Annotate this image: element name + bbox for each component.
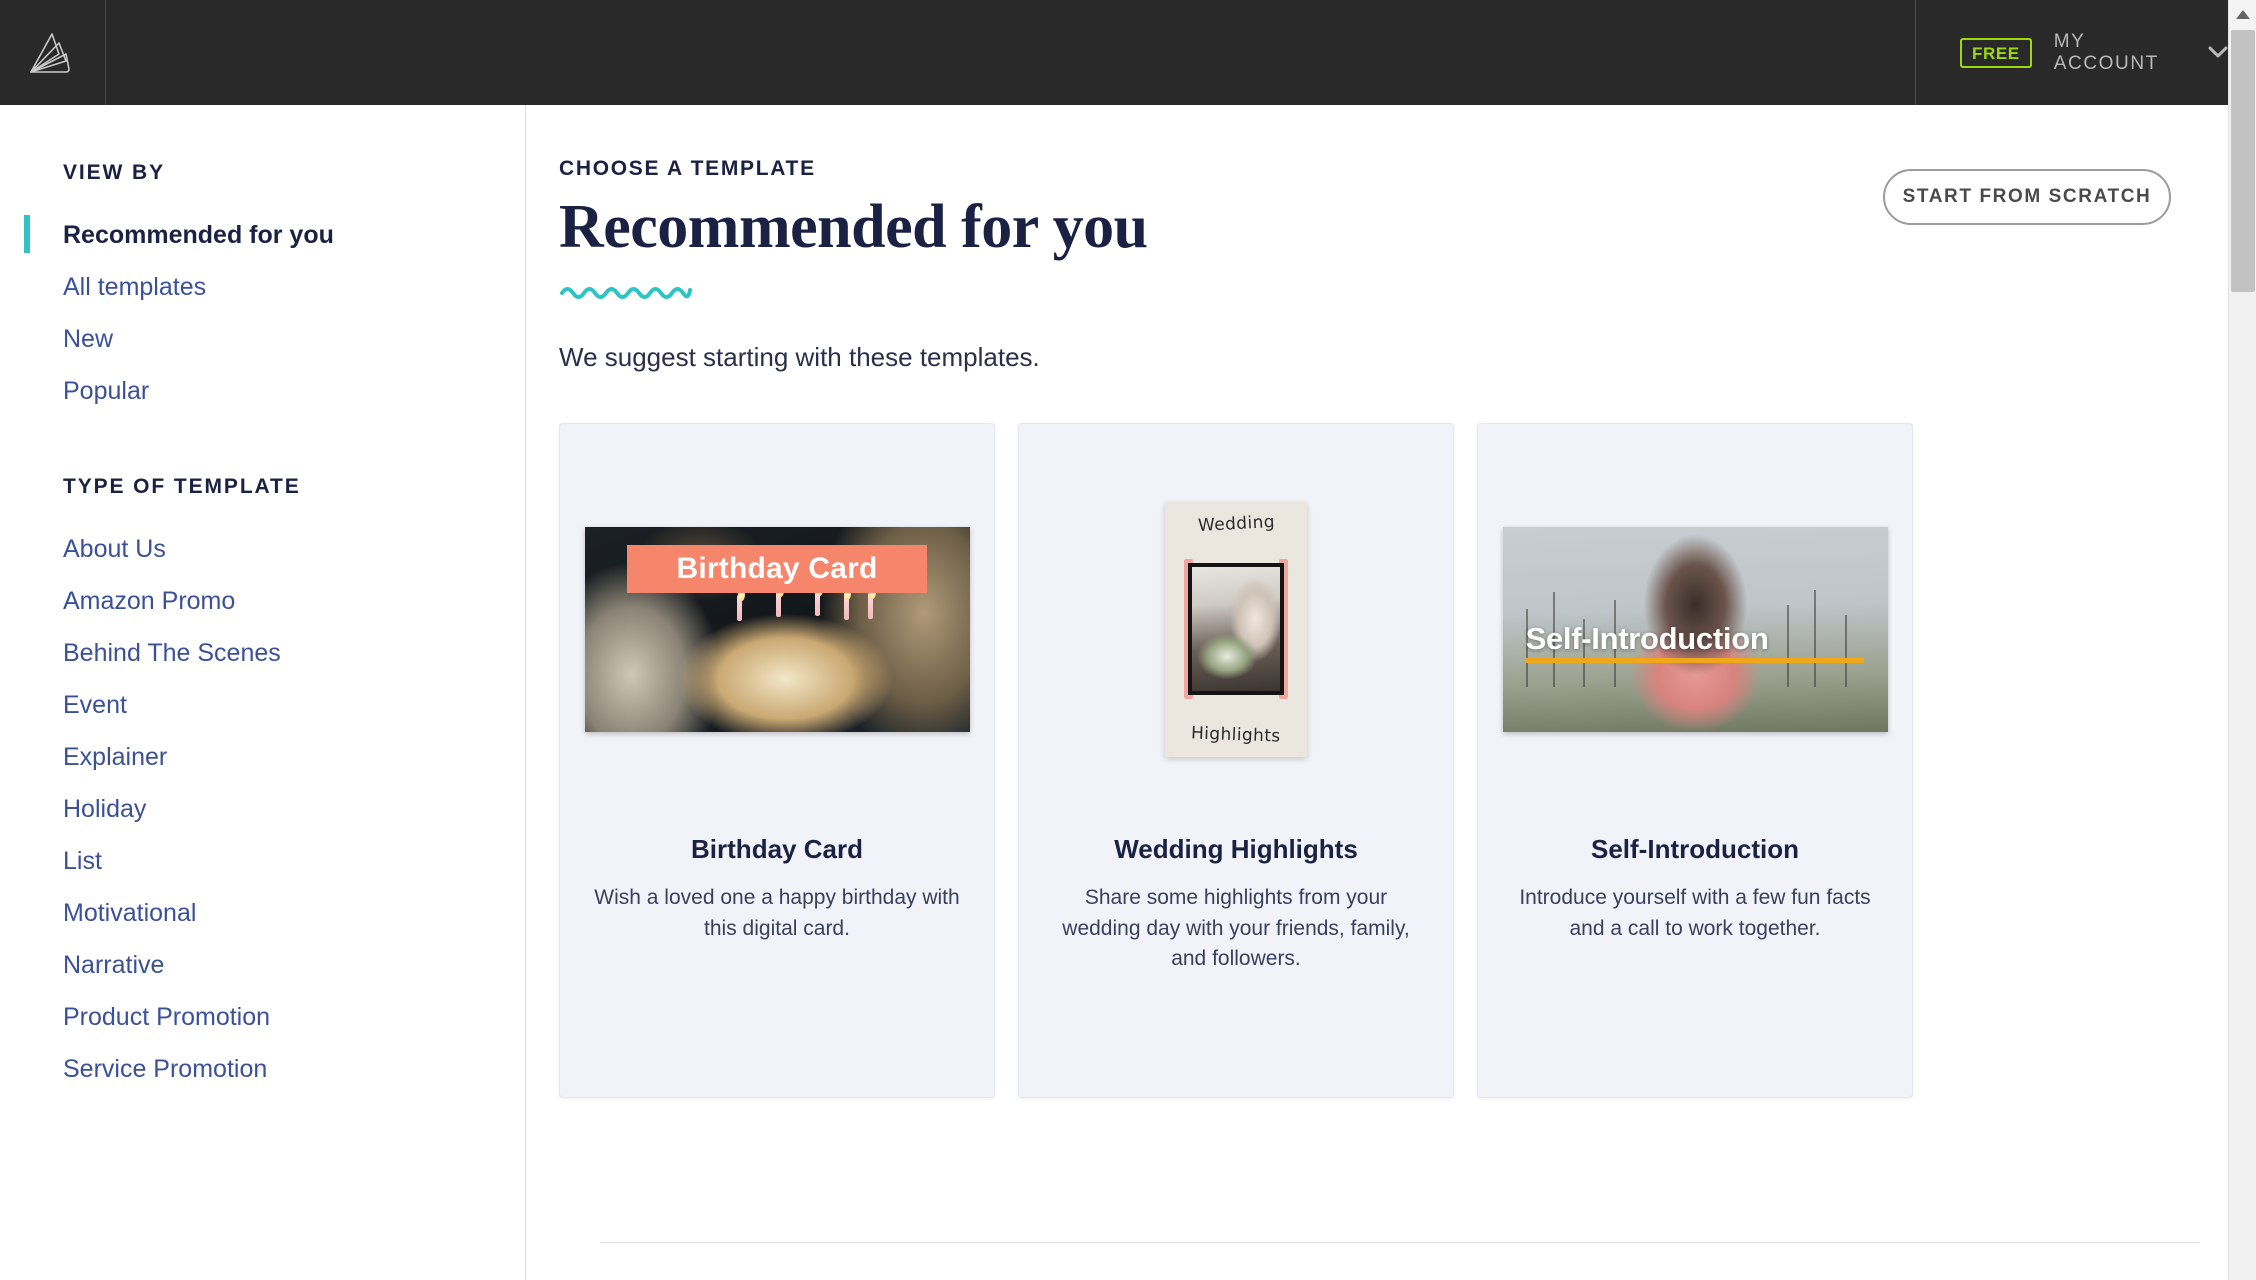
main-inner: START FROM SCRATCH CHOOSE A TEMPLATE Rec… [559, 157, 2219, 1099]
template-thumbnail-wedding: Wedding Highlights [1019, 424, 1453, 834]
top-bar-right: FREE MY ACCOUNT [1916, 0, 2228, 105]
start-from-scratch-button[interactable]: START FROM SCRATCH [1883, 169, 2171, 225]
type-of-template-list: About Us Amazon Promo Behind The Scenes … [0, 523, 525, 1095]
template-card-meta-self-introduction: Self-Introduction Introduce yourself wit… [1478, 834, 1912, 944]
view-by-list: Recommended for you All templates New Po… [0, 209, 525, 417]
template-card-grid: Birthday Card Birthday Card Wish a loved… [559, 423, 2219, 1099]
page-scrollbar[interactable] [2228, 0, 2256, 1280]
sidebar-item-amazon-promo[interactable]: Amazon Promo [0, 575, 525, 627]
page-subtitle: We suggest starting with these templates… [559, 342, 1040, 373]
self-intro-thumb-image: Self-Introduction [1502, 526, 1888, 732]
plan-badge: FREE [1960, 37, 2032, 68]
scroll-up-arrow-icon [2236, 9, 2250, 19]
template-card-self-introduction[interactable]: Self-Introduction Self-Introduction Intr… [1477, 423, 1913, 1099]
sidebar-item-list[interactable]: List [0, 835, 525, 887]
template-card-title: Self-Introduction [1591, 834, 1799, 865]
filters-sidebar: VIEW BY Recommended for you All template… [0, 105, 526, 1280]
template-thumbnail-birthday: Birthday Card [560, 424, 994, 834]
main-content: START FROM SCRATCH CHOOSE A TEMPLATE Rec… [526, 105, 2228, 1280]
template-card-meta-birthday: Birthday Card Wish a loved one a happy b… [560, 834, 994, 944]
wedding-photo [1188, 563, 1284, 696]
template-card-meta-wedding: Wedding Highlights Share some highlights… [1019, 834, 1453, 974]
sidebar-item-new[interactable]: New [0, 313, 525, 365]
sidebar-item-motivational[interactable]: Motivational [0, 887, 525, 939]
sidebar-item-holiday[interactable]: Holiday [0, 783, 525, 835]
paper-fan-logo-icon [29, 32, 70, 73]
sidebar-item-about-us[interactable]: About Us [0, 523, 525, 575]
wedding-bottom-text: Highlights [1190, 723, 1282, 747]
scrollbar-up-button[interactable] [2229, 0, 2256, 28]
self-intro-underline-accent [1525, 657, 1865, 663]
app-logo[interactable] [0, 0, 106, 105]
self-intro-overlay-text: Self-Introduction [1525, 620, 1769, 656]
sidebar-item-popular[interactable]: Popular [0, 365, 525, 417]
squiggle-underline-icon [560, 287, 692, 300]
template-card-description: Introduce yourself with a few fun facts … [1519, 886, 1871, 940]
sidebar-item-explainer[interactable]: Explainer [0, 731, 525, 783]
page-body: VIEW BY Recommended for you All template… [0, 105, 2228, 1280]
template-card-title: Wedding Highlights [1114, 834, 1358, 865]
wedding-top-text: Wedding [1197, 511, 1275, 536]
sidebar-item-narrative[interactable]: Narrative [0, 939, 525, 991]
wedding-photo-frame [1184, 559, 1288, 700]
birthday-banner-text: Birthday Card [676, 552, 878, 586]
chevron-down-icon [2208, 46, 2228, 58]
sidebar-item-all-templates[interactable]: All templates [0, 261, 525, 313]
view-by-heading: VIEW BY [63, 161, 165, 184]
sidebar-item-recommended-for-you[interactable]: Recommended for you [0, 209, 525, 261]
template-thumbnail-self-introduction: Self-Introduction [1478, 424, 1912, 834]
scrollbar-thumb[interactable] [2231, 30, 2255, 292]
section-divider [600, 1242, 2200, 1243]
my-account-menu[interactable]: MY ACCOUNT [2054, 31, 2228, 75]
top-bar: FREE MY ACCOUNT [0, 0, 2228, 105]
template-card-title: Birthday Card [691, 834, 863, 865]
type-of-template-heading: TYPE OF TEMPLATE [63, 475, 301, 498]
top-bar-spacer [106, 0, 1916, 105]
sidebar-item-product-promotion[interactable]: Product Promotion [0, 991, 525, 1043]
wedding-thumb-image: Wedding Highlights [1165, 501, 1307, 757]
sidebar-item-behind-the-scenes[interactable]: Behind The Scenes [0, 627, 525, 679]
birthday-thumb-image: Birthday Card [584, 526, 970, 732]
sidebar-item-event[interactable]: Event [0, 679, 525, 731]
template-card-description: Share some highlights from your wedding … [1062, 886, 1410, 970]
template-card-wedding-highlights[interactable]: Wedding Highlights Wedding Highlights Sh… [1018, 423, 1454, 1099]
my-account-label: MY ACCOUNT [2053, 30, 2159, 74]
template-card-birthday-card[interactable]: Birthday Card Birthday Card Wish a loved… [559, 423, 995, 1099]
birthday-title-banner: Birthday Card [626, 545, 928, 594]
sidebar-item-service-promotion[interactable]: Service Promotion [0, 1043, 525, 1095]
template-card-description: Wish a loved one a happy birthday with t… [594, 886, 960, 940]
